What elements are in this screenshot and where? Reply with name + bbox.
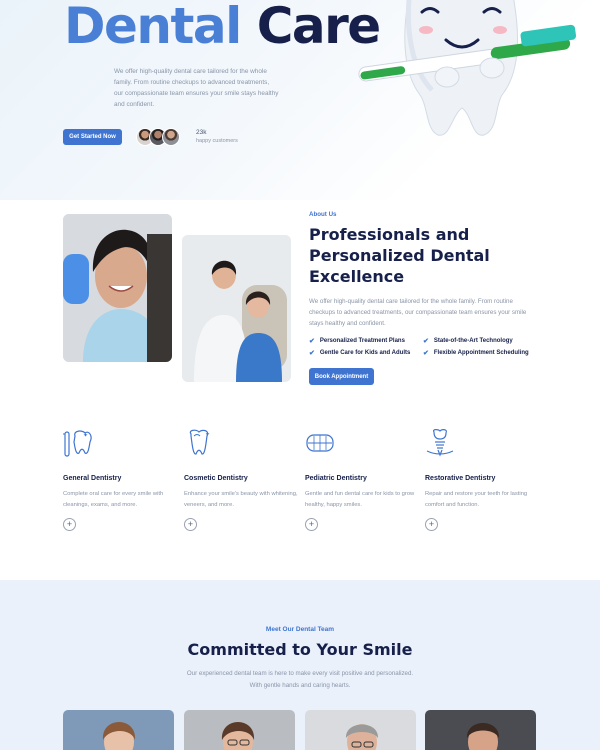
- check-icon: ✔: [423, 338, 429, 345]
- service-title: Cosmetic Dentistry: [184, 475, 248, 482]
- tooth-brush-icon: ✦: [62, 430, 92, 457]
- patient-smiling-photo: [63, 214, 172, 362]
- feature-item: ✔ Flexible Appointment Scheduling: [423, 349, 529, 357]
- team-member-photo[interactable]: [305, 710, 416, 750]
- feature-item: ✔ State-of-the-Art Technology: [423, 337, 513, 345]
- service-title: General Dentistry: [63, 475, 122, 482]
- team-member-photo[interactable]: [184, 710, 295, 750]
- plus-icon[interactable]: +: [184, 518, 197, 531]
- service-card-general: ✦ General Dentistry Complete oral care f…: [62, 428, 178, 531]
- dentist-photo-illustration: [182, 235, 291, 382]
- team-member-illustration: [221, 722, 255, 750]
- check-icon: ✔: [423, 350, 429, 357]
- tooth-mascot-illustration: [358, 0, 577, 136]
- plus-icon[interactable]: +: [63, 518, 76, 531]
- team-member-illustration: [466, 723, 500, 750]
- dentist-with-patient-photo: [182, 235, 291, 382]
- team-member-illustration: [102, 722, 136, 750]
- service-title: Restorative Dentistry: [425, 475, 496, 482]
- feature-label: Flexible Appointment Scheduling: [433, 350, 529, 356]
- service-card-restorative: Restorative Dentistry Repair and restore…: [425, 428, 540, 531]
- tooth-icon: ✦: [189, 429, 210, 455]
- feature-item: ✔ Personalized Treatment Plans: [309, 337, 405, 345]
- hero-title: Dental Care: [64, 0, 381, 56]
- about-title: Professionals and Personalized Dental Ex…: [309, 225, 490, 286]
- team-label: Meet Our Dental Team: [265, 626, 335, 633]
- hero-description: We offer high-quality dental care tailor…: [114, 68, 279, 108]
- feature-item: ✔ Gentle Care for Kids and Adults: [309, 349, 410, 357]
- team-description: Our experienced dental team is here to m…: [186, 670, 414, 689]
- service-card-cosmetic: ✦ Cosmetic Dentistry Enhance your smile'…: [184, 428, 299, 531]
- page: Dental Care We offer high-quality dental…: [0, 0, 600, 750]
- feature-label: State-of-the-Art Technology: [433, 338, 513, 344]
- teeth-icon: [306, 434, 334, 452]
- patient-photo-illustration: [63, 214, 172, 362]
- check-icon: ✔: [309, 338, 315, 345]
- service-description: Enhance your smile's beauty with whiteni…: [184, 491, 298, 508]
- book-appointment-button[interactable]: Book Appointment: [309, 368, 374, 385]
- avatar: [162, 128, 180, 146]
- about-description: We offer high-quality dental care tailor…: [309, 298, 527, 327]
- service-title: Pediatric Dentistry: [305, 475, 367, 482]
- feature-label: Gentle Care for Kids and Adults: [319, 350, 411, 356]
- customers-label: happy customers: [196, 138, 238, 144]
- check-icon: ✔: [309, 350, 315, 357]
- customer-avatars: [136, 128, 180, 146]
- plus-icon[interactable]: +: [425, 518, 438, 531]
- service-description: Gentle and fun dental care for kids to g…: [305, 491, 415, 508]
- service-card-pediatric: Pediatric Dentistry Gentle and fun denta…: [305, 428, 420, 531]
- hero-title-word1: Dental: [64, 0, 242, 55]
- svg-text:✦: ✦: [205, 431, 210, 438]
- about-label: About Us: [309, 211, 337, 218]
- implant-icon: [426, 429, 454, 457]
- team-member-illustration: [345, 724, 379, 750]
- service-description: Complete oral care for every smile with …: [63, 491, 164, 508]
- feature-label: Personalized Treatment Plans: [319, 338, 405, 344]
- get-started-button[interactable]: Get Started Now: [63, 129, 122, 145]
- team-title: Committed to Your Smile: [187, 640, 413, 659]
- team-member-photo[interactable]: [63, 710, 174, 750]
- team-section: Meet Our Dental Team Committed to Your S…: [0, 580, 600, 750]
- team-member-photo[interactable]: [425, 710, 536, 750]
- service-description: Repair and restore your teeth for lastin…: [425, 491, 528, 508]
- plus-icon[interactable]: +: [305, 518, 318, 531]
- customers-count: 23k: [196, 129, 207, 136]
- hero-section: Dental Care We offer high-quality dental…: [0, 0, 600, 200]
- svg-text:✦: ✦: [83, 432, 88, 439]
